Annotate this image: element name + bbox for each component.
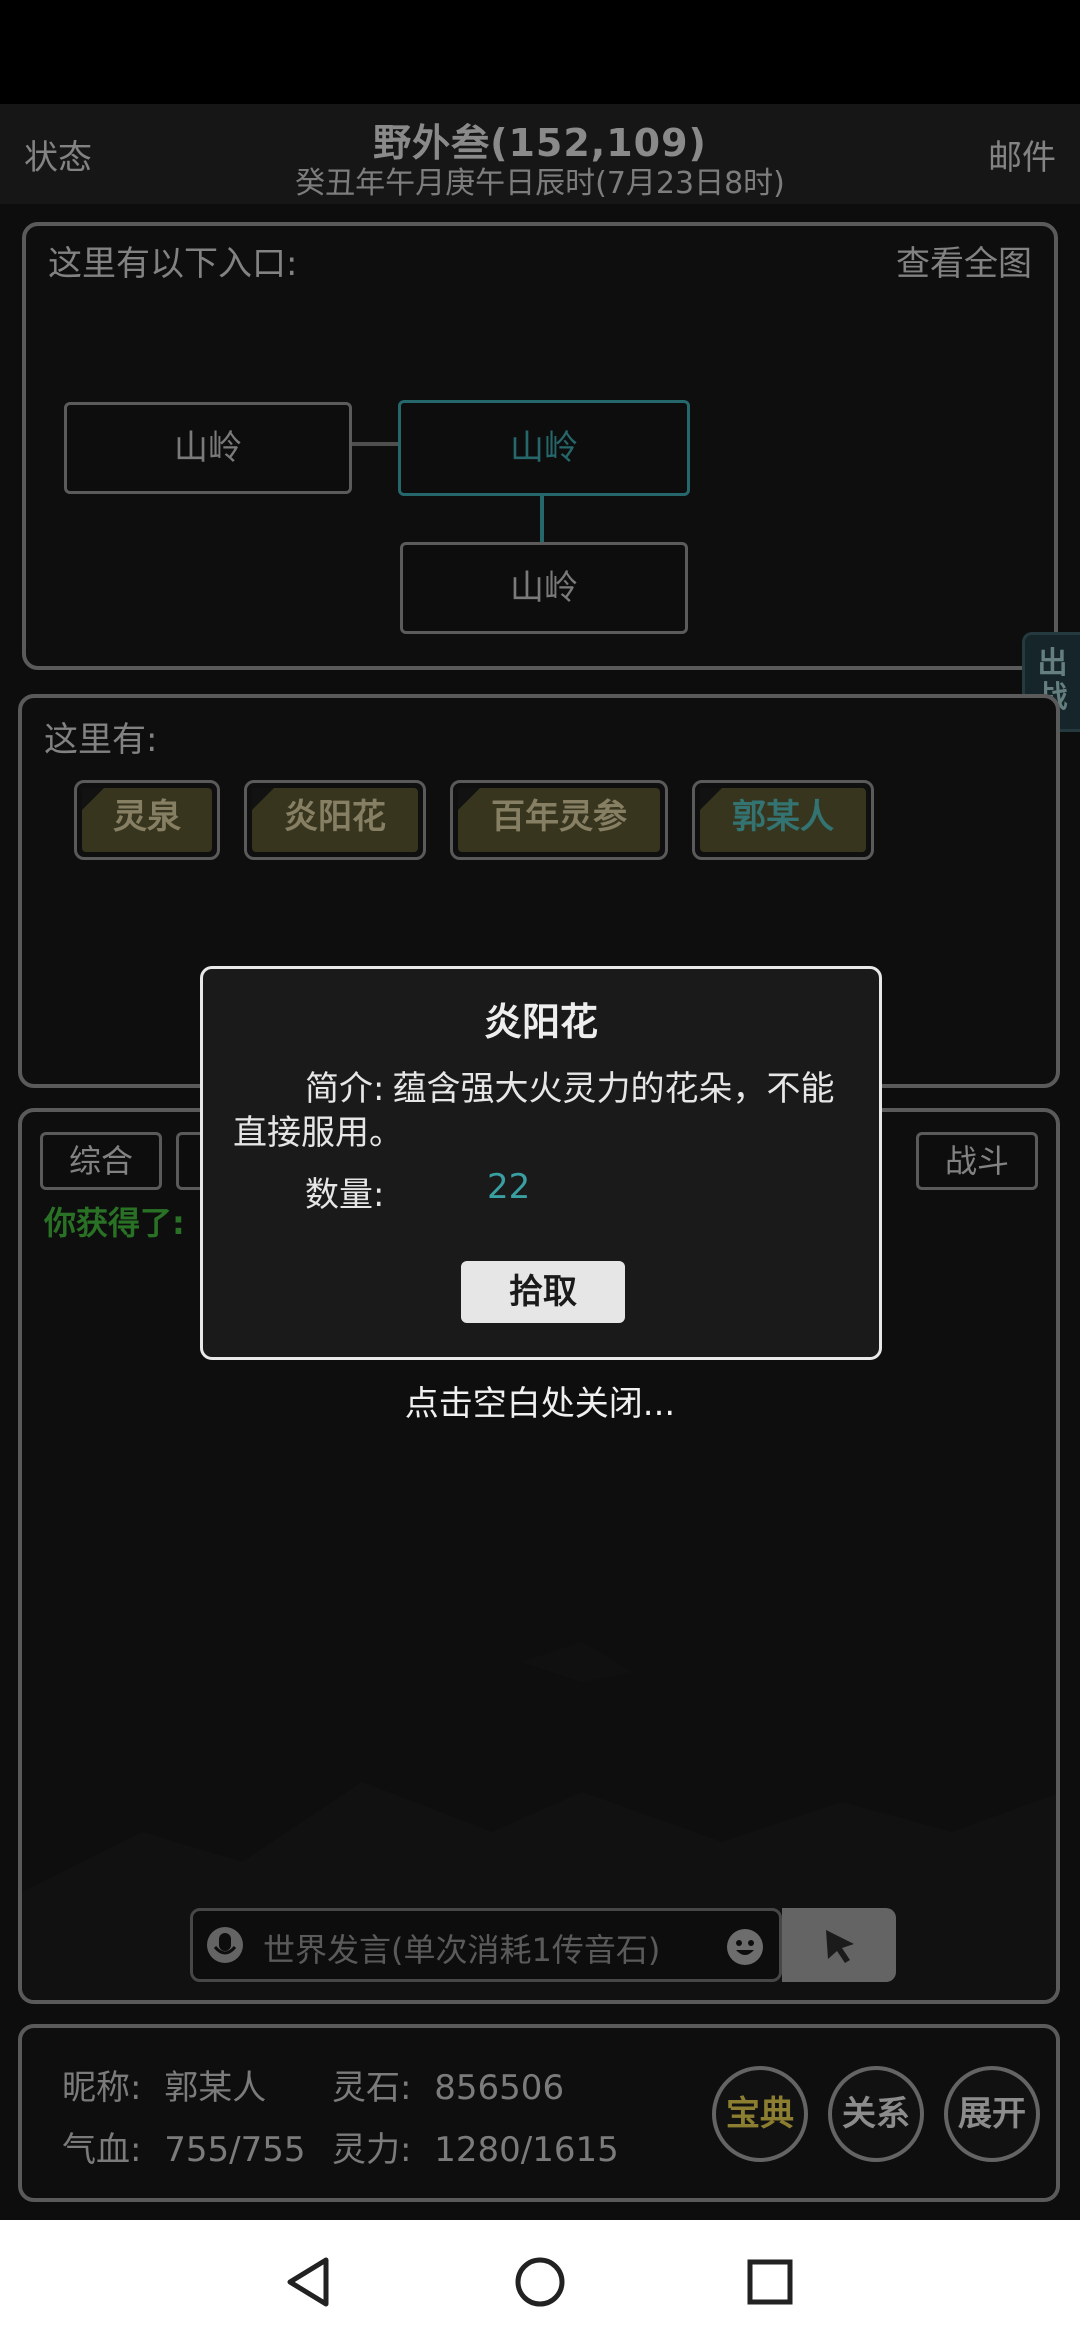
qty-label: 数量: xyxy=(305,1175,385,1215)
desc-label: 简介: xyxy=(305,1069,385,1109)
recents-icon[interactable] xyxy=(746,2258,794,2306)
home-icon[interactable] xyxy=(514,2256,566,2308)
modal-description: 简介: 蕴含强大火灵力的花朵，不能直接服用。 xyxy=(233,1067,853,1155)
item-detail-modal: 炎阳花 简介: 蕴含强大火灵力的花朵，不能直接服用。 数量: 22 拾取 xyxy=(200,966,882,1360)
modal-title: 炎阳花 xyxy=(483,1000,598,1044)
status-bar xyxy=(0,0,1080,104)
navigation-bar xyxy=(0,2220,1080,2340)
close-hint: 点击空白处关闭... xyxy=(404,1384,676,1424)
pickup-button[interactable]: 拾取 xyxy=(461,1261,625,1323)
back-icon[interactable] xyxy=(284,2256,332,2308)
qty-value: 22 xyxy=(487,1167,531,1207)
